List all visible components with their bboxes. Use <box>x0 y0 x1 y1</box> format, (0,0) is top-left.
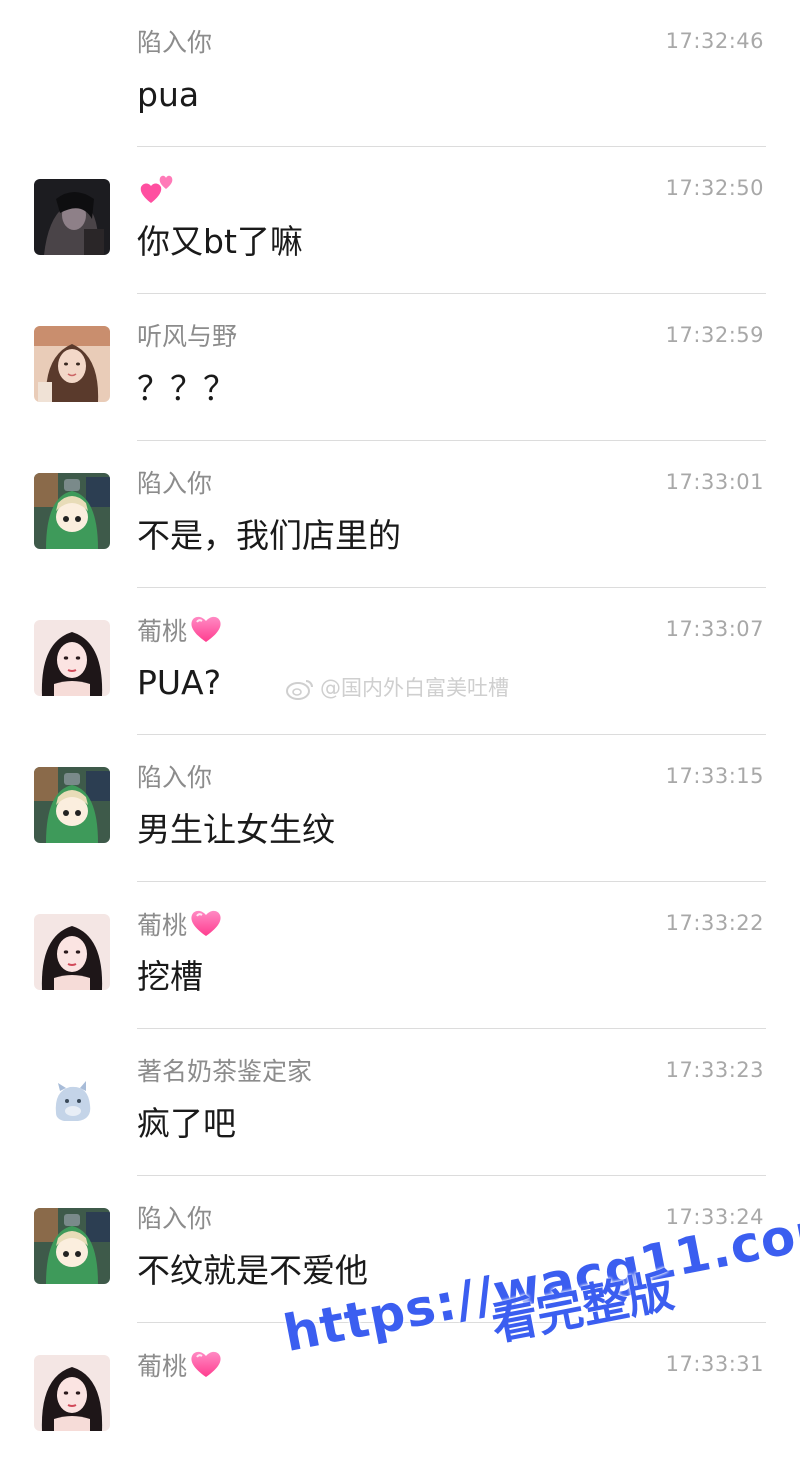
message-row[interactable]: 陷入你 17:33:15 男生让女生纹 <box>0 735 800 882</box>
sender-name: 葡桃 <box>137 1349 223 1388</box>
pink-heart-icon <box>189 908 223 947</box>
message-text: 不是，我们店里的 <box>137 516 401 555</box>
avatar[interactable] <box>34 1208 110 1284</box>
sender-name-text: 陷入你 <box>137 28 213 57</box>
message-row[interactable]: 葡桃 17:33:31 <box>0 1323 800 1470</box>
sender-name: 葡桃 <box>137 614 223 653</box>
avatar[interactable] <box>34 1355 110 1431</box>
message-row[interactable]: 陷入你 17:32:46 pua <box>0 0 800 147</box>
sender-name-text: 葡桃 <box>137 617 188 646</box>
timestamp: 17:32:46 <box>665 29 764 53</box>
pink-heart-icon <box>189 614 223 653</box>
message-text: PUA? <box>137 663 222 702</box>
message-text: 男生让女生纹 <box>137 810 335 849</box>
message-row[interactable]: 听风与野 17:32:59 ？？？ <box>0 294 800 441</box>
weibo-icon <box>286 678 314 705</box>
sender-name: 听风与野 <box>137 320 237 354</box>
message-row[interactable]: 17:32:50 你又bt了嘛 <box>0 147 800 294</box>
avatar[interactable] <box>34 914 110 990</box>
sender-name-text: 陷入你 <box>137 469 213 498</box>
timestamp: 17:32:50 <box>665 176 764 200</box>
avatar[interactable] <box>34 473 110 549</box>
timestamp: 17:33:15 <box>665 764 764 788</box>
message-text: 不纹就是不爱他 <box>137 1251 368 1290</box>
message-text: pua <box>137 75 200 114</box>
timestamp: 17:33:23 <box>665 1058 764 1082</box>
avatar[interactable] <box>34 767 110 843</box>
sender-name: 葡桃 <box>137 908 223 947</box>
sender-name: 著名奶茶鉴定家 <box>137 1055 312 1089</box>
avatar[interactable] <box>34 179 110 255</box>
sender-name-text: 葡桃 <box>137 1352 188 1381</box>
sender-name: 陷入你 <box>137 467 212 501</box>
timestamp: 17:33:01 <box>665 470 764 494</box>
timestamp: 17:33:07 <box>665 617 764 641</box>
avatar[interactable] <box>34 620 110 696</box>
sender-name-text: 听风与野 <box>137 322 238 351</box>
timestamp: 17:32:59 <box>665 323 764 347</box>
avatar[interactable] <box>34 1061 110 1137</box>
sender-name: 陷入你 <box>137 26 212 60</box>
weibo-watermark: @国内外白富美吐槽 <box>286 672 509 705</box>
sender-name-text: 陷入你 <box>137 763 213 792</box>
two-hearts-icon <box>139 173 175 214</box>
weibo-watermark-text: @国内外白富美吐槽 <box>320 676 509 700</box>
message-row[interactable]: 陷入你 17:33:01 不是，我们店里的 <box>0 441 800 588</box>
avatar[interactable] <box>34 326 110 402</box>
message-row[interactable]: 葡桃 17:33:22 挖槽 <box>0 882 800 1029</box>
message-text: ？？？ <box>137 369 236 408</box>
timestamp: 17:33:31 <box>665 1352 764 1376</box>
sender-name <box>137 173 175 214</box>
message-text: 疯了吧 <box>137 1104 236 1143</box>
sender-name: 陷入你 <box>137 1202 212 1236</box>
sender-name: 陷入你 <box>137 761 212 795</box>
message-row[interactable]: 著名奶茶鉴定家 17:33:23 疯了吧 <box>0 1029 800 1176</box>
sender-name-text: 葡桃 <box>137 911 188 940</box>
message-text: 你又bt了嘛 <box>137 222 303 261</box>
message-text: 挖槽 <box>137 957 203 996</box>
timestamp: 17:33:22 <box>665 911 764 935</box>
sender-name-text: 著名奶茶鉴定家 <box>137 1057 313 1086</box>
sender-name-text: 陷入你 <box>137 1204 213 1233</box>
message-row[interactable]: 葡桃 17:33:07 PUA? <box>0 588 800 735</box>
pink-heart-icon <box>189 1349 223 1388</box>
